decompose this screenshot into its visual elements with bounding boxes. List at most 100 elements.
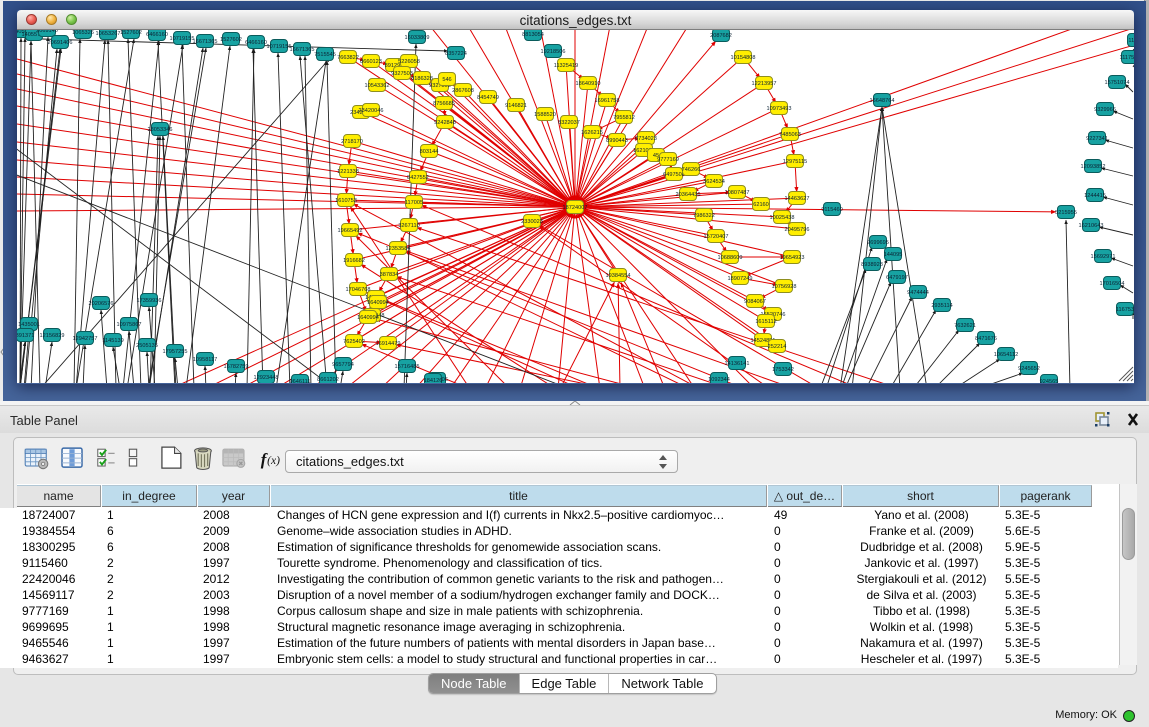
- svg-text:6466160: 6466160: [245, 40, 267, 46]
- svg-text:7955812: 7955812: [613, 115, 635, 121]
- svg-text:5226058: 5226058: [398, 59, 420, 65]
- svg-text:391371: 391371: [17, 333, 34, 339]
- svg-text:10654112: 10654112: [994, 352, 1018, 358]
- svg-text:9242848: 9242848: [434, 120, 456, 126]
- svg-text:7986322: 7986322: [693, 213, 715, 219]
- svg-text:10958117: 10958117: [193, 357, 217, 363]
- svg-text:14136141: 14136141: [725, 361, 750, 367]
- svg-text:18724007: 18724007: [563, 205, 588, 211]
- svg-text:8454749: 8454749: [477, 95, 499, 101]
- svg-text:387834: 387834: [380, 272, 399, 278]
- svg-text:10973493: 10973493: [767, 106, 792, 112]
- svg-text:2935114: 2935114: [931, 303, 952, 309]
- svg-text:8938928: 8938928: [861, 262, 883, 268]
- svg-text:17016504: 17016504: [1100, 281, 1125, 287]
- svg-text:20364436: 20364436: [676, 192, 701, 198]
- svg-text:7632621: 7632621: [954, 323, 976, 329]
- svg-text:11521: 11521: [1128, 38, 1134, 44]
- svg-text:1753342: 1753342: [772, 367, 794, 373]
- svg-text:12353584: 12353584: [386, 246, 411, 252]
- svg-text:2069140: 2069140: [36, 30, 58, 34]
- svg-text:1626215: 1626215: [581, 130, 603, 136]
- svg-text:19218506: 19218506: [541, 49, 566, 55]
- svg-text:10688609: 10688609: [718, 255, 743, 261]
- svg-text:11325419: 11325419: [554, 63, 578, 69]
- svg-text:1615112: 1615112: [755, 319, 776, 325]
- svg-text:1916682: 1916682: [343, 258, 365, 264]
- svg-text:8427552: 8427552: [407, 175, 429, 181]
- svg-text:8357224: 8357224: [445, 51, 467, 57]
- svg-text:12942757: 12942757: [73, 336, 98, 342]
- svg-text:19665492: 19665492: [338, 228, 363, 234]
- svg-text:16648764: 16648764: [870, 98, 895, 104]
- svg-text:7515545: 7515545: [314, 52, 336, 58]
- svg-text:8661202: 8661202: [317, 377, 339, 383]
- svg-text:19654923: 19654923: [780, 255, 805, 261]
- svg-text:252214: 252214: [768, 344, 787, 350]
- svg-text:8471676: 8471676: [975, 336, 997, 342]
- svg-text:15751074: 15751074: [1105, 80, 1130, 86]
- svg-text:2867608: 2867608: [452, 88, 474, 94]
- svg-text:1588520: 1588520: [534, 112, 556, 118]
- svg-text:1117504: 1117504: [1120, 55, 1134, 61]
- svg-text:16033809: 16033809: [405, 35, 430, 41]
- svg-text:1527602: 1527602: [120, 30, 142, 36]
- svg-text:10807487: 10807487: [725, 190, 750, 196]
- svg-text:16671365: 16671365: [290, 47, 315, 53]
- svg-text:7485063: 7485063: [779, 132, 801, 138]
- svg-text:9329966: 9329966: [1094, 107, 1116, 113]
- svg-text:17359936: 17359936: [137, 298, 162, 304]
- svg-text:9699695: 9699695: [867, 240, 889, 246]
- svg-text:16782759: 16782759: [224, 364, 249, 370]
- svg-text:9146821: 9146821: [505, 103, 527, 109]
- svg-text:117005: 117005: [405, 200, 423, 206]
- svg-text:924565: 924565: [1040, 379, 1059, 383]
- svg-text:9327503: 9327503: [391, 71, 413, 77]
- svg-text:17046768: 17046768: [346, 287, 371, 293]
- svg-text:6734023: 6734023: [635, 136, 657, 142]
- svg-text:144095: 144095: [884, 252, 903, 258]
- svg-text:62160: 62160: [753, 202, 769, 208]
- svg-text:9227341: 9227341: [1086, 136, 1108, 142]
- svg-text:10154808: 10154808: [731, 55, 756, 61]
- svg-text:9245652: 9245652: [1018, 366, 1040, 372]
- svg-text:9657794: 9657794: [332, 362, 354, 368]
- svg-text:1435001: 1435001: [18, 322, 40, 328]
- svg-text:15716485: 15716485: [395, 364, 420, 370]
- svg-text:1610753: 1610753: [335, 198, 357, 204]
- svg-text:9777169: 9777169: [657, 157, 679, 163]
- svg-text:10756928: 10756928: [772, 284, 797, 290]
- svg-text:10025438: 10025438: [770, 215, 795, 221]
- svg-text:19384554: 19384554: [606, 273, 631, 279]
- svg-text:12093852: 12093852: [1081, 164, 1106, 170]
- svg-text:12975115: 12975115: [783, 159, 807, 165]
- svg-text:20206576: 20206576: [89, 301, 114, 307]
- svg-text:7625402: 7625402: [343, 339, 365, 345]
- svg-text:1244415: 1244415: [1084, 193, 1106, 199]
- svg-text:10653267: 10653267: [96, 31, 121, 37]
- svg-text:1145139: 1145139: [102, 338, 123, 344]
- svg-text:20495796: 20495796: [785, 227, 810, 233]
- svg-text:3624534: 3624534: [703, 179, 725, 185]
- svg-text:6466160: 6466160: [146, 32, 168, 38]
- svg-text:9474444: 9474444: [907, 290, 929, 296]
- svg-text:28053346: 28053346: [148, 127, 173, 133]
- svg-text:8660123: 8660123: [360, 59, 382, 65]
- svg-text:3267110: 3267110: [398, 223, 419, 229]
- svg-text:2718170: 2718170: [341, 139, 363, 145]
- svg-text:9115460: 9115460: [821, 207, 842, 213]
- svg-text:8756685: 8756685: [433, 101, 455, 107]
- svg-text:1065326: 1065326: [72, 30, 94, 36]
- svg-text:14463627: 14463627: [785, 196, 810, 202]
- svg-text:1092344: 1092344: [708, 377, 730, 383]
- svg-text:17957255: 17957255: [163, 349, 188, 355]
- svg-text:(x): (x): [267, 454, 280, 467]
- svg-text:8813054: 8813054: [522, 32, 544, 38]
- svg-text:16210643: 16210643: [1079, 223, 1104, 229]
- svg-text:12213957: 12213957: [752, 81, 777, 87]
- svg-text:8990443: 8990443: [606, 138, 628, 144]
- svg-text:16961758: 16961758: [595, 98, 620, 104]
- svg-text:546: 546: [442, 77, 451, 83]
- svg-text:2505135: 2505135: [136, 343, 158, 349]
- svg-text:10719155: 10719155: [170, 36, 195, 42]
